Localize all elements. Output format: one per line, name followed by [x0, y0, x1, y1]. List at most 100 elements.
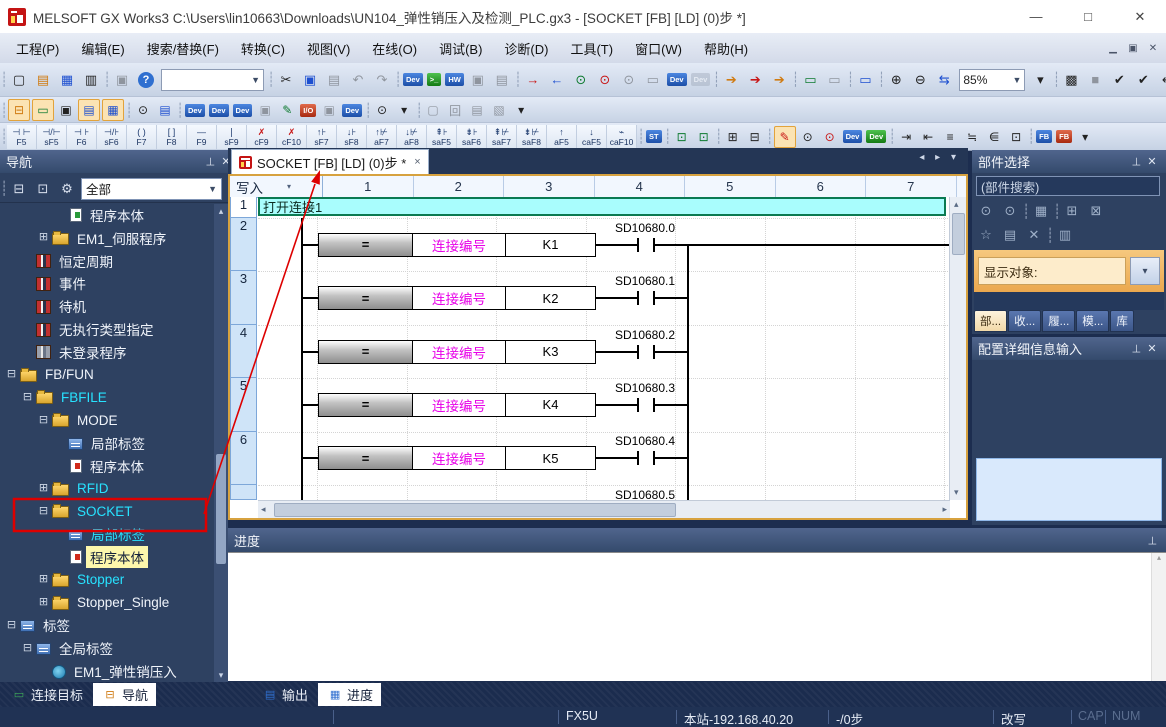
- ladder-key-sF9[interactable]: ❘sF9: [217, 125, 247, 149]
- tree-item-FB/FUN[interactable]: ⊟FB/FUN: [0, 364, 98, 386]
- cut-icon[interactable]: ✂: [275, 69, 297, 91]
- device-memory-icon[interactable]: Dev: [209, 104, 229, 117]
- menu-edit[interactable]: 编辑(E): [70, 34, 135, 63]
- grid-view-icon[interactable]: ▦: [102, 99, 124, 121]
- ladder-key-F8[interactable]: [ ]F8: [157, 125, 187, 149]
- nav-window-toggle-icon[interactable]: ⊟: [8, 99, 30, 121]
- mdi-restore-button[interactable]: ▣: [1124, 40, 1142, 56]
- terminal-monitor-icon[interactable]: >_: [427, 73, 442, 86]
- module-config-icon[interactable]: ▣: [56, 100, 76, 120]
- part-list-icon[interactable]: ▦: [1030, 200, 1052, 222]
- device-gear-icon[interactable]: Dev: [342, 104, 362, 117]
- progress-scrollbar[interactable]: ▴: [1151, 553, 1166, 681]
- save-project-icon[interactable]: ▦: [56, 69, 78, 91]
- compare-instruction[interactable]: =连接编号K4: [318, 393, 596, 417]
- device-comment-write-icon[interactable]: Dev: [403, 73, 423, 86]
- collapse-minus-icon[interactable]: ⊟: [38, 415, 49, 426]
- pin-icon[interactable]: ⊣: [1128, 342, 1144, 355]
- write-mode-selector[interactable]: 写入 ▾: [230, 176, 323, 197]
- tree-item-FBFILE[interactable]: ⊟FBFILE: [0, 386, 111, 408]
- note-icon[interactable]: ⊡: [694, 127, 714, 147]
- delete-icon[interactable]: ✕: [1023, 224, 1045, 246]
- monitor-write-mode-icon[interactable]: ▭: [854, 69, 876, 91]
- toolbar1-overflow-icon[interactable]: ▾: [1029, 69, 1051, 91]
- tab-close-icon[interactable]: ×: [414, 156, 420, 168]
- monitor-stop-icon[interactable]: ▭: [823, 69, 845, 91]
- menu-search-replace[interactable]: 搜索/替换(F): [136, 34, 230, 63]
- menu-project[interactable]: 工程(P): [5, 34, 70, 63]
- edit-mode-icon[interactable]: ✎: [277, 100, 297, 120]
- scroll-right-icon[interactable]: ▸: [942, 504, 947, 515]
- convert-all-check-icon[interactable]: ✔: [1132, 69, 1154, 91]
- menu-online[interactable]: 在线(O): [361, 34, 428, 63]
- tab-navigation[interactable]: ⊟导航: [93, 683, 156, 706]
- redo-icon[interactable]: ↷: [371, 69, 393, 91]
- menu-tools[interactable]: 工具(T): [559, 34, 624, 63]
- part-tab-收...[interactable]: 收...: [1008, 310, 1041, 332]
- tree-collapse-all-icon[interactable]: ⊟: [8, 178, 30, 200]
- tree-scrollbar[interactable]: ▴ ▾: [214, 204, 228, 682]
- tree-expand-icon[interactable]: ⊡: [32, 178, 54, 200]
- ladder-hscrollbar[interactable]: ◂ ▸: [258, 500, 950, 518]
- device-display-icon[interactable]: Dev: [843, 130, 863, 143]
- read-from-plc-icon[interactable]: ←: [546, 69, 568, 91]
- convert-check-icon[interactable]: ✔: [1108, 69, 1130, 91]
- monitor-window-icon[interactable]: ▭: [32, 99, 54, 121]
- part-tab-履...[interactable]: 履...: [1042, 310, 1075, 332]
- device-search-icon[interactable]: ⊙: [618, 69, 640, 91]
- monitor-start-icon[interactable]: ▭: [799, 69, 821, 91]
- copy-icon[interactable]: ▣: [299, 69, 321, 91]
- device-test-off-icon[interactable]: Dev: [691, 73, 711, 86]
- inline-st-icon[interactable]: ⊞: [723, 127, 743, 147]
- ladder-key-F5[interactable]: ⊣ ⊢F5: [7, 125, 37, 149]
- ladder-key-F9[interactable]: —F9: [187, 125, 217, 149]
- part-tab-模...[interactable]: 模...: [1076, 310, 1109, 332]
- scrollbar-thumb[interactable]: [952, 213, 965, 255]
- docking-window-icon[interactable]: ▩: [1060, 69, 1082, 91]
- collapse-minus-icon[interactable]: ⊟: [22, 392, 33, 403]
- pin-icon[interactable]: ⊣: [1128, 155, 1144, 168]
- tab-connection-destination[interactable]: ▭连接目标: [2, 683, 91, 706]
- tree-item-Stopper_Single[interactable]: ⊞Stopper_Single: [0, 592, 173, 614]
- ladder-key-cF10[interactable]: ✗cF10: [277, 125, 307, 149]
- scroll-up-icon[interactable]: ▴: [954, 199, 959, 210]
- ladder-key-cF9[interactable]: ✗cF9: [247, 125, 277, 149]
- expand-plus-icon[interactable]: ⊞: [38, 483, 49, 494]
- collapse-minus-icon[interactable]: ⊟: [22, 643, 33, 654]
- part-register-icon[interactable]: ⊞: [1061, 200, 1083, 222]
- tree-item-全局标签[interactable]: ⊟全局标签: [0, 637, 117, 659]
- expand-plus-icon[interactable]: ⊞: [38, 232, 49, 243]
- convert-return-icon[interactable]: ↵: [1156, 69, 1166, 91]
- compare-instruction[interactable]: =连接编号K5: [318, 446, 596, 470]
- part-find-next-icon[interactable]: ⊙: [999, 200, 1021, 222]
- zoom-out-icon[interactable]: ⊖: [909, 69, 931, 91]
- menu-debug[interactable]: 调试(B): [428, 34, 493, 63]
- tree-item-程序本体[interactable]: 程序本体: [0, 455, 148, 477]
- settings-gear-icon[interactable]: ⚙: [56, 178, 78, 200]
- ladder-content[interactable]: 打开连接1=连接编号K1SD10680.0=连接编号K2SD10680.1=连接…: [258, 197, 950, 500]
- refresh-icon[interactable]: ▣: [467, 69, 489, 91]
- read-mode-icon[interactable]: ⊙: [798, 127, 818, 147]
- zoom-level-combobox[interactable]: 85%▼: [959, 69, 1025, 91]
- delete-row-icon[interactable]: ⇤: [918, 127, 938, 147]
- tree-item-SOCKET[interactable]: ⊟SOCKET: [0, 500, 137, 522]
- align-right-icon[interactable]: ≒: [962, 127, 982, 147]
- display-target-dropdown[interactable]: ▾: [1130, 257, 1160, 285]
- undo-icon[interactable]: ↶: [347, 69, 369, 91]
- ladder-key-aF5[interactable]: ↑aF5: [547, 125, 577, 149]
- zoom-fit-icon[interactable]: ⇆: [933, 69, 955, 91]
- row2-overflow-icon[interactable]: ▾: [394, 100, 414, 120]
- align-left-icon[interactable]: ≡: [940, 127, 960, 147]
- menu-diagnostics[interactable]: 诊断(D): [493, 34, 559, 63]
- ladder-vscrollbar[interactable]: ▴ ▾: [949, 197, 966, 500]
- scroll-down-icon[interactable]: ▾: [954, 487, 959, 498]
- close-icon[interactable]: ✕: [1144, 342, 1160, 355]
- ladder-key-sF5[interactable]: ⊣/⊢sF5: [37, 125, 67, 149]
- ladder-key-saF5[interactable]: ⇞⊦saF5: [427, 125, 457, 149]
- menu-window[interactable]: 窗口(W): [624, 34, 693, 63]
- minimize-button[interactable]: —: [1010, 0, 1062, 33]
- device-display-off-icon[interactable]: Dev: [866, 130, 886, 143]
- tree-item-恒定周期[interactable]: 恒定周期: [0, 250, 117, 272]
- device-batch-icon[interactable]: ▭: [642, 69, 664, 91]
- list-view-icon[interactable]: ▤: [78, 99, 100, 121]
